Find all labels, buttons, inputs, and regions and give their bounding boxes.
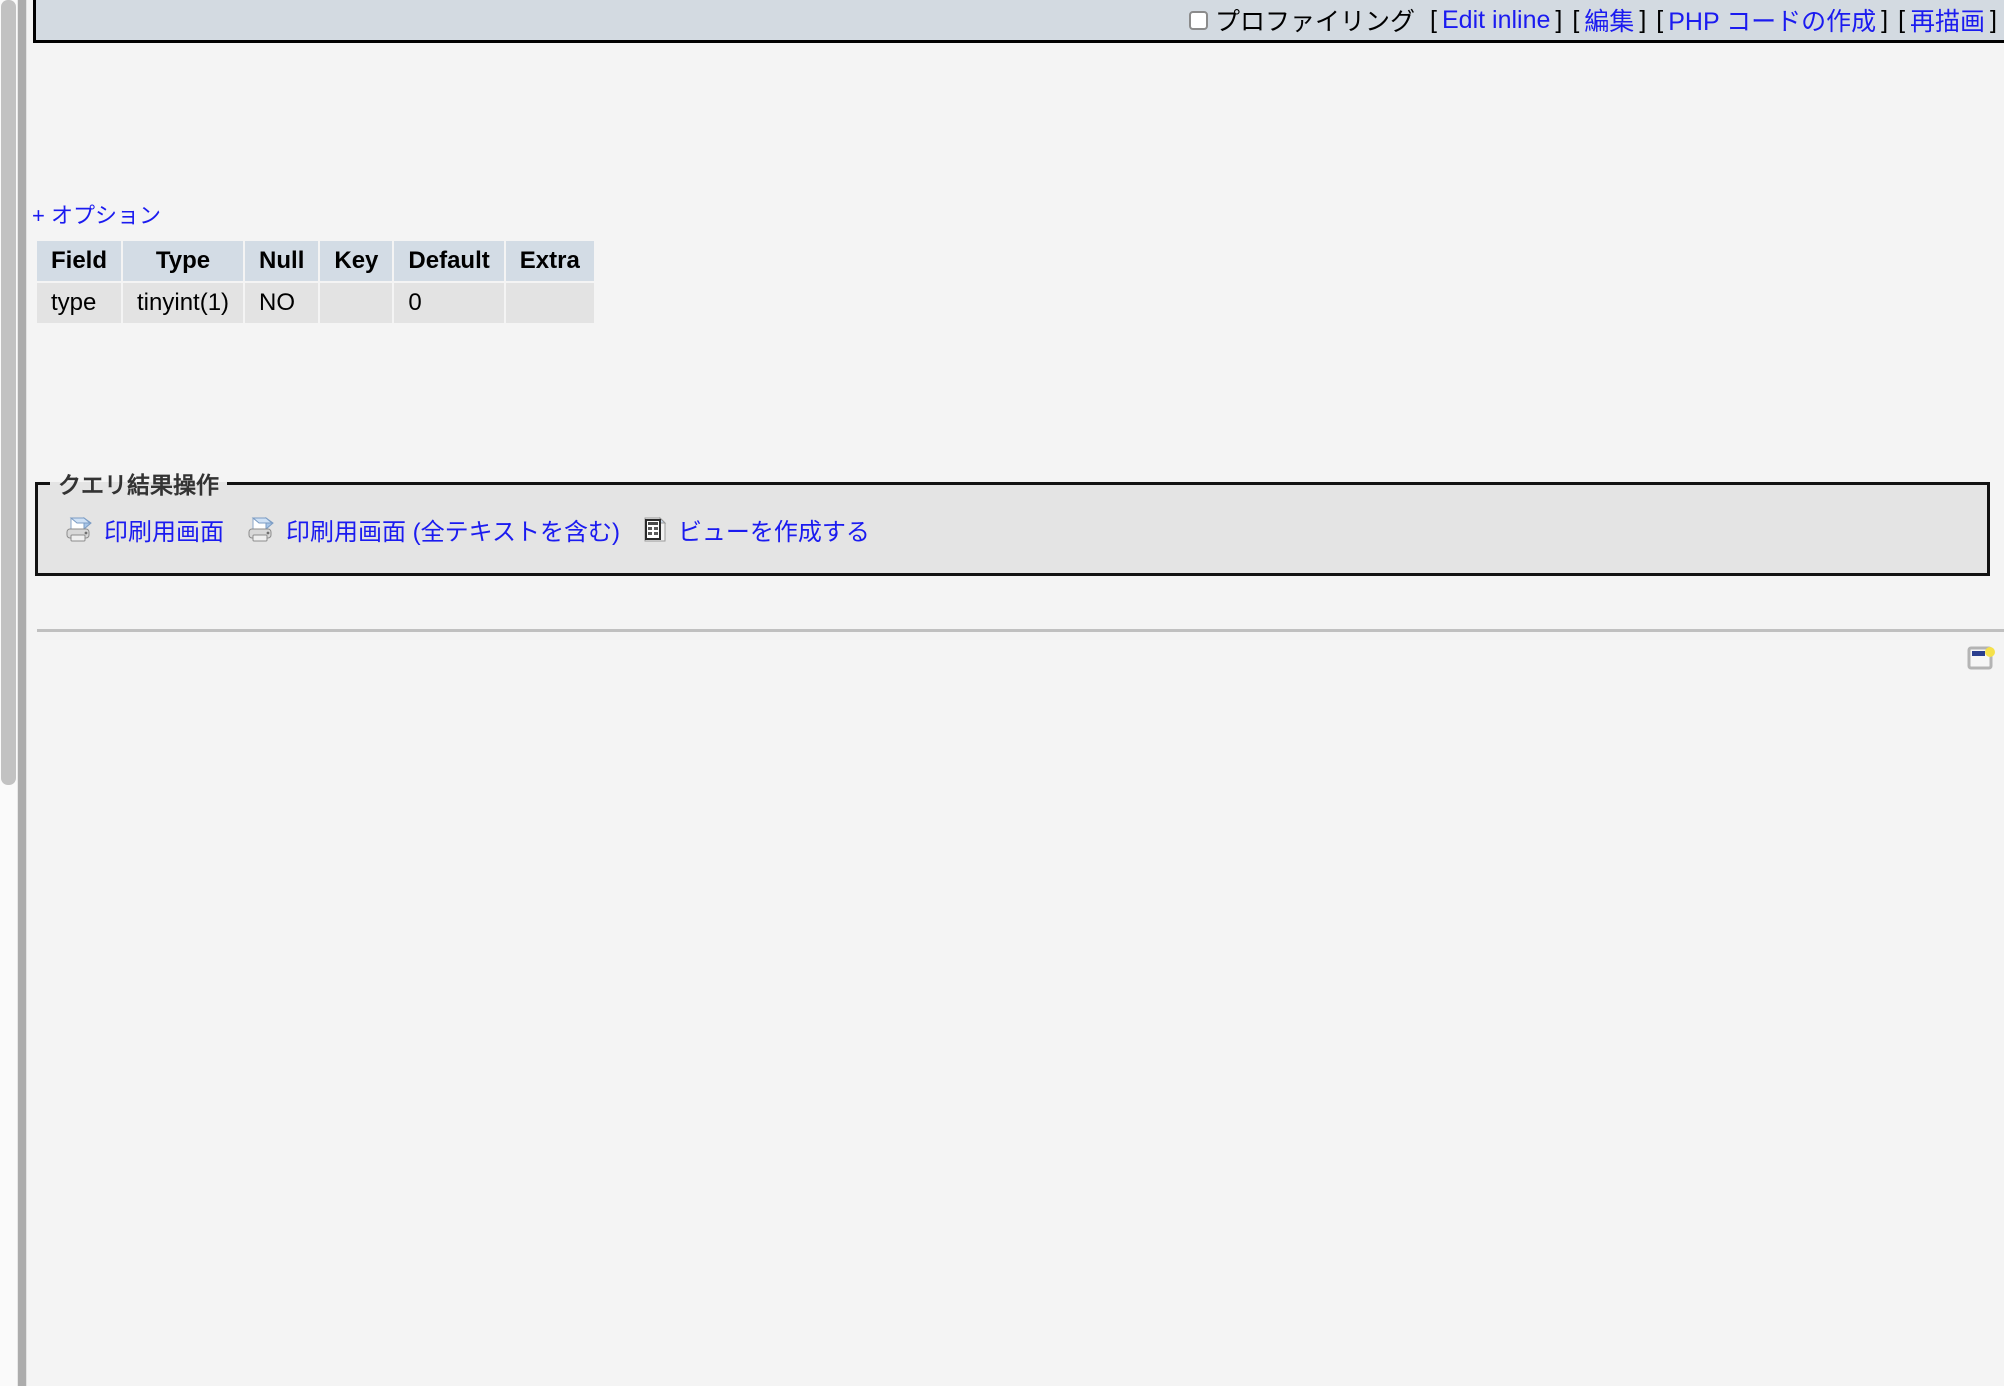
window-vertical-scrollbar[interactable] (0, 0, 17, 1386)
query-result-operations-fieldset: クエリ結果操作 印刷用画面 印刷用画面 (全テキストを含む) ビューを作成する (35, 466, 1990, 576)
new-window-icon[interactable] (1966, 645, 1996, 671)
cell-null: NO (245, 283, 319, 323)
print-view-full-text-link[interactable]: 印刷用画面 (全テキストを含む) (286, 512, 620, 547)
print-view-link[interactable]: 印刷用画面 (104, 512, 224, 547)
create-view-link[interactable]: ビューを作成する (678, 512, 870, 547)
bracket-close: ] (1639, 5, 1647, 34)
printer-icon (64, 516, 94, 544)
column-header-key[interactable]: Key (320, 241, 393, 281)
window-scrollbar-thumb[interactable] (1, 0, 16, 785)
column-header-type[interactable]: Type (123, 241, 244, 281)
column-header-default[interactable]: Default (394, 241, 504, 281)
bracket-open: [ (1430, 5, 1437, 34)
frame-vertical-scrollbar[interactable] (17, 0, 27, 1386)
create-php-code-link[interactable]: PHP コードの作成 (1668, 2, 1876, 38)
bracket-open: [ (1898, 5, 1906, 34)
table-header-row: Field Type Null Key Default Extra (37, 241, 594, 281)
edit-link[interactable]: 編集 (1584, 2, 1634, 38)
bracket-open: [ (1656, 5, 1664, 34)
cell-default: 0 (394, 283, 504, 323)
options-toggle-link[interactable]: + オプション (32, 198, 161, 230)
profiling-checkbox[interactable] (1189, 10, 1209, 30)
page-content: プロファイリング [ Edit inline ] [ 編集 ] [ PHP コー… (27, 0, 2004, 1386)
bracket-close: ] (1990, 5, 1997, 34)
bracket-close: ] (1881, 5, 1889, 34)
print-view-full-text-action[interactable]: 印刷用画面 (全テキストを含む) (246, 512, 620, 547)
cell-field: type (37, 283, 122, 323)
cell-type: tinyint(1) (123, 283, 244, 323)
table-row: type tinyint(1) NO 0 (37, 283, 594, 323)
cell-key (320, 283, 393, 323)
printer-icon (246, 516, 276, 544)
create-view-icon (642, 516, 668, 544)
column-header-extra[interactable]: Extra (505, 241, 594, 281)
bracket-close: ] (1555, 5, 1563, 34)
query-results-table: Field Type Null Key Default Extra type t… (35, 239, 596, 325)
cell-extra (505, 283, 594, 323)
print-view-action[interactable]: 印刷用画面 (64, 512, 224, 547)
column-header-field[interactable]: Field (37, 241, 122, 281)
query-result-operations-row: 印刷用画面 印刷用画面 (全テキストを含む) ビューを作成する (38, 500, 1987, 547)
edit-inline-link[interactable]: Edit inline (1442, 6, 1550, 35)
column-header-null[interactable]: Null (245, 241, 319, 281)
profiling-label: プロファイリング (1215, 8, 1416, 36)
query-result-operations-legend: クエリ結果操作 (58, 472, 219, 498)
query-action-bar: プロファイリング [ Edit inline ] [ 編集 ] [ PHP コー… (33, 0, 2004, 43)
content-separator (37, 629, 2004, 632)
refresh-link[interactable]: 再描画 (1910, 2, 1985, 38)
bracket-open: [ (1572, 5, 1580, 34)
create-view-action[interactable]: ビューを作成する (642, 512, 870, 547)
